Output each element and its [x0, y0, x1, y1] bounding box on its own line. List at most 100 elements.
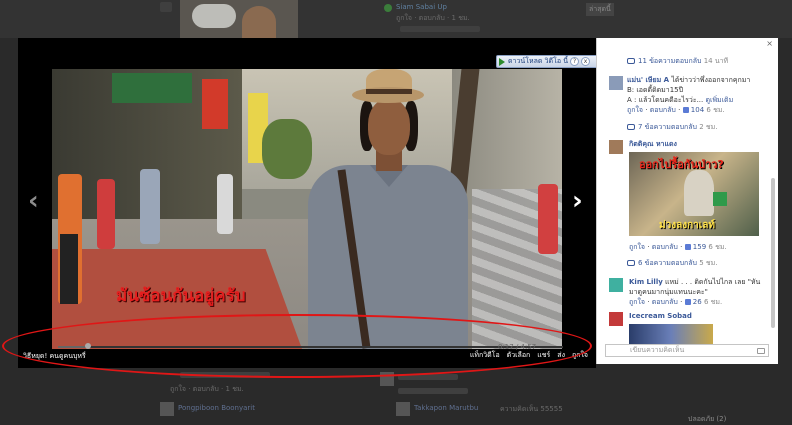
help-icon[interactable]: ?	[570, 57, 580, 66]
background-bottom-meta: ถูกใจ · ตอบกลับ · 1 ชม.	[170, 385, 244, 393]
online-dot-icon	[384, 4, 392, 12]
face-image	[242, 6, 276, 38]
background-line	[400, 26, 480, 32]
background-line	[180, 372, 270, 378]
like-thumb-icon	[684, 244, 691, 250]
see-more-link[interactable]: ดูเพิ่มเติม	[706, 96, 734, 104]
camera-icon[interactable]	[757, 348, 765, 354]
comment-author[interactable]: แม่น' เษียม A	[627, 76, 669, 84]
comment-like-link[interactable]: ถูกใจ	[629, 298, 645, 306]
reply-bubble-icon	[627, 260, 635, 266]
poster-caption: ม่วงลงกาเลท์	[659, 220, 715, 231]
comment-like-link[interactable]: ถูกใจ	[629, 243, 645, 251]
background-avatar	[396, 402, 410, 416]
share-link[interactable]: แชร์	[537, 350, 550, 361]
comment-reply-link[interactable]: ตอบกลับ	[650, 106, 676, 114]
comment-text: มาดูคนมากนุ่มแทนนะคะ"	[629, 288, 708, 296]
pedestrian	[58, 174, 82, 304]
video-subtitle: มันซ้อนกันอยู่ครับ	[116, 286, 246, 306]
comment-image[interactable]	[629, 324, 713, 344]
poster-figure	[713, 192, 727, 206]
avatar[interactable]	[609, 278, 623, 292]
replies-time: 2 ชม.	[699, 123, 718, 131]
comment-image[interactable]: ออกไปรื้อกันป่าว? ม่วงลงกาเลท์	[629, 152, 759, 236]
video-caption-bar: 0:17 / 4:57 วิธีหยุด! คนดูคนบุหรี่ แท็กว…	[18, 340, 596, 368]
comment-like-count: 104	[690, 106, 705, 114]
close-icon[interactable]: ×	[766, 39, 773, 48]
video-caption: วิธีหยุด! คนดูคนบุหรี่	[23, 352, 86, 360]
replies-time: 14 นาที	[703, 57, 729, 65]
poster-figure	[684, 170, 714, 216]
avatar[interactable]	[609, 140, 623, 154]
background-line	[398, 374, 458, 380]
background-bottom-right-meta: ความคิดเห็น 55555	[500, 405, 563, 413]
video-actions: แท็กวิดีโอ ตัวเลือก แชร์ ส่ง ถูกใจ	[470, 350, 588, 361]
like-link[interactable]: ถูกใจ	[572, 350, 588, 361]
background-line	[160, 2, 172, 12]
next-arrow-icon[interactable]: ›	[572, 188, 583, 214]
comment-reply-link[interactable]: ตอบกลับ	[652, 298, 678, 306]
previous-arrow-icon[interactable]: ‹	[28, 188, 39, 214]
comment-item: กิตติคุณ หาแดง	[629, 139, 778, 149]
comment-input[interactable]: เขียนความคิดเห็น	[605, 344, 769, 357]
download-video-button[interactable]: ดาวน์โหลด วิดีโอ นี้ ? x	[496, 55, 598, 68]
comment-item: แม่น' เษียม A ได้ข่าวว่าพึ่งออกจากคุกมา …	[627, 76, 751, 114]
like-thumb-icon	[682, 107, 689, 113]
view-replies-link[interactable]: 7 ข้อความตอบกลับ 2 ชม.	[627, 122, 718, 133]
send-link[interactable]: ส่ง	[557, 350, 565, 361]
background-bottom-right-name: Takkapon Marutbu	[414, 404, 479, 412]
comment-footer: ถูกใจ · ตอบกลับ · 159 6 ชม.	[629, 243, 727, 251]
comments-panel: × 11 ข้อความตอบกลับ 14 นาที แม่น' เษียม …	[596, 38, 778, 364]
replies-count: 11 ข้อความตอบกลับ	[638, 57, 702, 65]
progress-bar[interactable]	[58, 346, 563, 348]
comment-reply-link[interactable]: ตอบกลับ	[652, 243, 678, 251]
background-item-meta: ถูกใจ · ตอบกลับ · 1 ชม.	[396, 14, 470, 22]
comment-text: B: เอดดี้ดิดมา15ปี	[627, 86, 684, 94]
view-replies-link[interactable]: 6 ข้อความตอบกลับ 5 ชม.	[627, 258, 718, 269]
comment-like-count: 26	[692, 298, 702, 306]
background-badge: ล่าสุดนี้	[586, 3, 614, 16]
comment-text: ได้ข่าวว่าพึ่งออกจากคุกมา	[671, 76, 751, 84]
background-footer-link: ปลอดภัย (2)	[688, 415, 727, 423]
tag-video-link[interactable]: แท็กวิดีโอ	[470, 350, 500, 361]
reply-bubble-icon	[627, 58, 635, 64]
pedestrian	[217, 174, 233, 234]
video-player[interactable]: มันซ้อนกันอยู่ครับ	[52, 69, 562, 349]
progress-handle[interactable]	[85, 343, 92, 349]
progress-fill	[58, 346, 89, 348]
comment-author[interactable]: Kim Lilly	[629, 278, 663, 286]
speaker-figure	[290, 69, 480, 349]
comment-like-link[interactable]: ถูกใจ	[627, 106, 643, 114]
comment-time: 6 ชม.	[708, 243, 727, 251]
play-icon	[499, 57, 505, 66]
comment-input-placeholder: เขียนความคิดเห็น	[630, 346, 685, 354]
comment-author[interactable]: Icecream Sobad	[629, 312, 692, 320]
comment-author[interactable]: กิตติคุณ หาแดง	[629, 140, 677, 148]
pedestrian	[97, 179, 115, 249]
options-link[interactable]: ตัวเลือก	[507, 350, 531, 361]
comment-item: Kim Lilly แหม่ . . . ติดกันไปไกล เลย "หั…	[629, 278, 761, 306]
view-replies-link[interactable]: 11 ข้อความตอบกลับ 14 นาที	[627, 56, 728, 67]
comment-time: 6 ชม.	[706, 106, 725, 114]
reply-bubble-icon	[627, 124, 635, 130]
replies-count: 6 ข้อความตอบกลับ	[638, 259, 697, 267]
speech-bubble-image	[192, 4, 236, 28]
scene-sign	[202, 79, 228, 129]
photo-theater: มันซ้อนกันอยู่ครับ ‹ › ดาวน์โหลด วิดีโอ …	[18, 38, 598, 368]
scene-sign	[112, 73, 192, 103]
background-item-name: Siam Sabai Up	[396, 3, 447, 11]
replies-time: 5 ชม.	[699, 259, 718, 267]
download-label: ดาวน์โหลด วิดีโอ นี้	[508, 57, 569, 65]
close-icon[interactable]: x	[581, 57, 591, 66]
background-line	[398, 388, 468, 394]
pedestrian	[538, 184, 558, 254]
avatar[interactable]	[609, 312, 623, 326]
replies-count: 7 ข้อความตอบกลับ	[638, 123, 697, 131]
avatar[interactable]	[609, 76, 623, 90]
comment-item: Icecream Sobad	[629, 311, 778, 321]
like-thumb-icon	[684, 299, 691, 305]
comment-like-count: 159	[692, 243, 707, 251]
background-bottom-name: Pongpiboon Boonyarit	[178, 404, 255, 412]
background-avatar	[160, 402, 174, 416]
comment-time: 6 ชม.	[703, 298, 723, 306]
